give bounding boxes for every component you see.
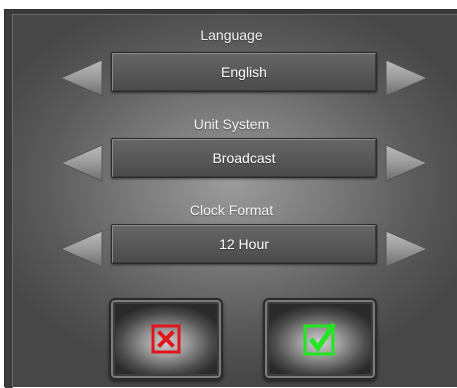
clock-format-value: 12 Hour bbox=[111, 224, 377, 264]
cancel-button[interactable] bbox=[109, 298, 223, 380]
arrow-left-icon bbox=[59, 230, 103, 268]
checkmark-icon bbox=[303, 322, 337, 356]
arrow-left-icon bbox=[59, 59, 103, 97]
language-next-button[interactable] bbox=[384, 58, 430, 98]
clock-format-prev-button[interactable] bbox=[58, 229, 104, 269]
unit-system-prev-button[interactable] bbox=[58, 143, 104, 183]
unit-system-value: Broadcast bbox=[111, 138, 377, 178]
clock-format-label: Clock Format bbox=[189, 202, 274, 218]
confirm-button[interactable] bbox=[263, 298, 377, 380]
arrow-left-icon bbox=[59, 144, 103, 182]
cancel-x-icon bbox=[151, 324, 181, 354]
language-prev-button[interactable] bbox=[58, 58, 104, 98]
language-label: Language bbox=[200, 27, 263, 43]
unit-system-next-button[interactable] bbox=[384, 143, 430, 183]
language-value: English bbox=[111, 52, 377, 92]
arrow-right-icon bbox=[385, 144, 429, 182]
settings-panel: Language English Unit System Broadcast C… bbox=[4, 9, 457, 388]
arrow-right-icon bbox=[385, 230, 429, 268]
clock-format-next-button[interactable] bbox=[384, 229, 430, 269]
unit-system-label: Unit System bbox=[193, 116, 270, 132]
arrow-right-icon bbox=[385, 59, 429, 97]
